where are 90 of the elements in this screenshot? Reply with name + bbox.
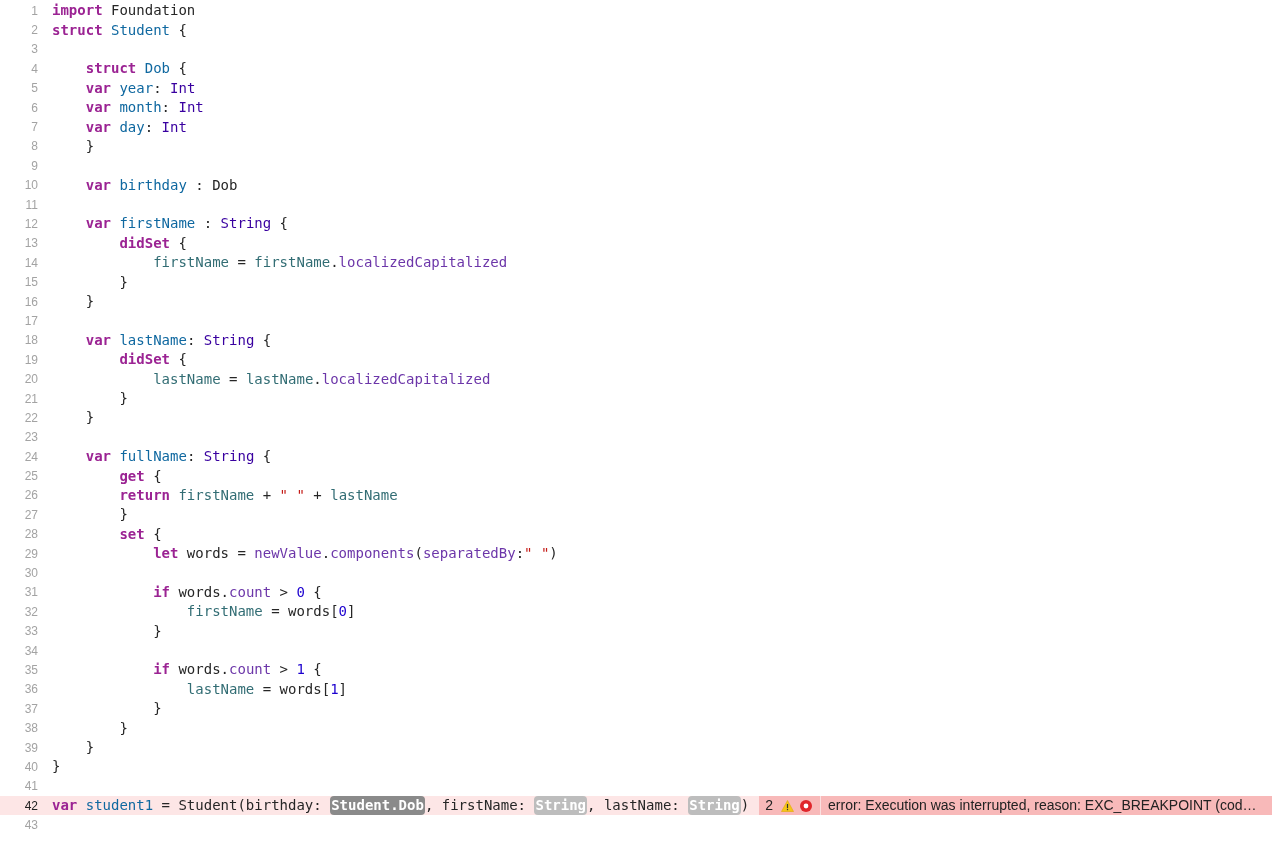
error-icon xyxy=(800,799,812,812)
line-number: 18 xyxy=(23,332,38,350)
error-annotation[interactable]: 2 error: Execution was interrupted, reason: EXC_BREAKPOINT (cod… xyxy=(759,796,1272,816)
warning-icon xyxy=(781,799,794,812)
code-line: set { xyxy=(118,524,162,544)
line-number: 35 xyxy=(23,661,38,679)
code-line: } xyxy=(118,718,128,738)
line-number: 4 xyxy=(30,60,38,78)
code-line: return firstName + " " + lastName xyxy=(118,485,398,505)
line-number: 3 xyxy=(30,41,38,59)
code-line: } xyxy=(84,292,95,312)
line-number: 27 xyxy=(23,506,38,524)
line-number: 37 xyxy=(23,700,38,718)
code-line: struct Student { xyxy=(52,20,187,40)
code-line: struct Dob { xyxy=(84,59,187,79)
code-line: var lastName: String { xyxy=(84,330,272,350)
line-number: 25 xyxy=(23,468,38,486)
line-number: 39 xyxy=(23,739,38,757)
line-number: 33 xyxy=(23,623,38,641)
code-line: firstName = firstName.localizedCapitalized xyxy=(152,253,508,273)
line-number: 43 xyxy=(23,817,38,835)
line-number: 17 xyxy=(23,312,38,330)
line-number: 29 xyxy=(23,545,38,563)
line-number: 31 xyxy=(23,584,38,602)
line-number: 21 xyxy=(23,390,38,408)
line-number: 41 xyxy=(23,778,38,796)
line-number: 11 xyxy=(24,196,38,214)
line-number: 10 xyxy=(23,177,38,195)
code-line: if words.count > 1 { xyxy=(152,660,322,680)
code-line: } xyxy=(152,621,162,641)
line-number: 7 xyxy=(30,119,38,137)
code-line: get { xyxy=(118,466,162,486)
line-number: 23 xyxy=(23,429,38,447)
placeholder-token[interactable]: String xyxy=(688,796,741,816)
error-message: error: Execution was interrupted, reason: EXC_BREAKPOINT (cod… xyxy=(828,796,1257,816)
code-line: import Foundation xyxy=(52,1,196,21)
code-line: var firstName : String { xyxy=(84,214,289,234)
line-number: 34 xyxy=(23,642,38,660)
line-number: 16 xyxy=(23,293,38,311)
line-number: 28 xyxy=(23,526,38,544)
code-line: didSet { xyxy=(118,233,187,253)
line-number: 12 xyxy=(23,216,38,233)
code-line: } xyxy=(152,699,162,719)
code-line: firstName = words[0] xyxy=(185,602,356,622)
code-text: var xyxy=(52,796,78,816)
line-number: 32 xyxy=(23,603,38,621)
line-number: 13 xyxy=(23,235,38,253)
line-number: 9 xyxy=(30,157,38,175)
placeholder-token[interactable]: Student.Dob xyxy=(330,796,425,816)
line-number: 19 xyxy=(23,351,38,369)
line-number: 42 xyxy=(23,797,38,815)
code-line: var year: Int xyxy=(84,78,196,98)
code-line: var day: Int xyxy=(84,117,187,137)
line-number: 36 xyxy=(23,681,38,699)
line-number: 24 xyxy=(23,448,38,466)
code-line: var birthday : Dob xyxy=(84,175,238,195)
line-number: 22 xyxy=(23,409,38,427)
line-number: 30 xyxy=(23,565,38,582)
code-line: var month: Int xyxy=(84,98,204,118)
code-line: didSet { xyxy=(118,350,187,370)
line-number: 2 xyxy=(30,22,38,40)
code-line: lastName = lastName.localizedCapitalized xyxy=(152,369,491,389)
code-line: lastName = words[1] xyxy=(185,679,348,699)
line-number: 8 xyxy=(30,138,38,156)
line-number: 6 xyxy=(30,99,38,117)
code-text: = Student(birthday: xyxy=(160,796,323,816)
code-line: } xyxy=(118,272,128,292)
code-text: student1 xyxy=(84,796,154,816)
code-text: ) xyxy=(740,796,750,816)
issue-count: 2 xyxy=(765,796,773,816)
code-line: var fullName: String { xyxy=(84,447,272,467)
code-text: , firstName: xyxy=(424,796,528,816)
code-line: } xyxy=(84,408,95,428)
line-number: 1 xyxy=(30,2,38,20)
code-line: } xyxy=(52,757,61,777)
code-line: } xyxy=(118,389,128,408)
line-number: 14 xyxy=(23,254,38,272)
code-line: if words.count > 0 { xyxy=(152,582,322,602)
placeholder-token[interactable]: String xyxy=(534,796,588,816)
line-number: 40 xyxy=(23,758,38,776)
code-line: let words = newValue.components(separatedBy:" ") xyxy=(152,544,558,564)
code-text: , lastName: xyxy=(587,796,681,816)
line-number: 26 xyxy=(23,487,38,505)
line-number: 20 xyxy=(23,371,38,389)
code-line: } xyxy=(84,738,95,758)
line-number: 15 xyxy=(23,274,38,292)
code-line: } xyxy=(118,505,128,525)
line-number: 5 xyxy=(30,80,38,98)
code-line: } xyxy=(84,136,95,156)
line-number: 38 xyxy=(23,720,38,738)
